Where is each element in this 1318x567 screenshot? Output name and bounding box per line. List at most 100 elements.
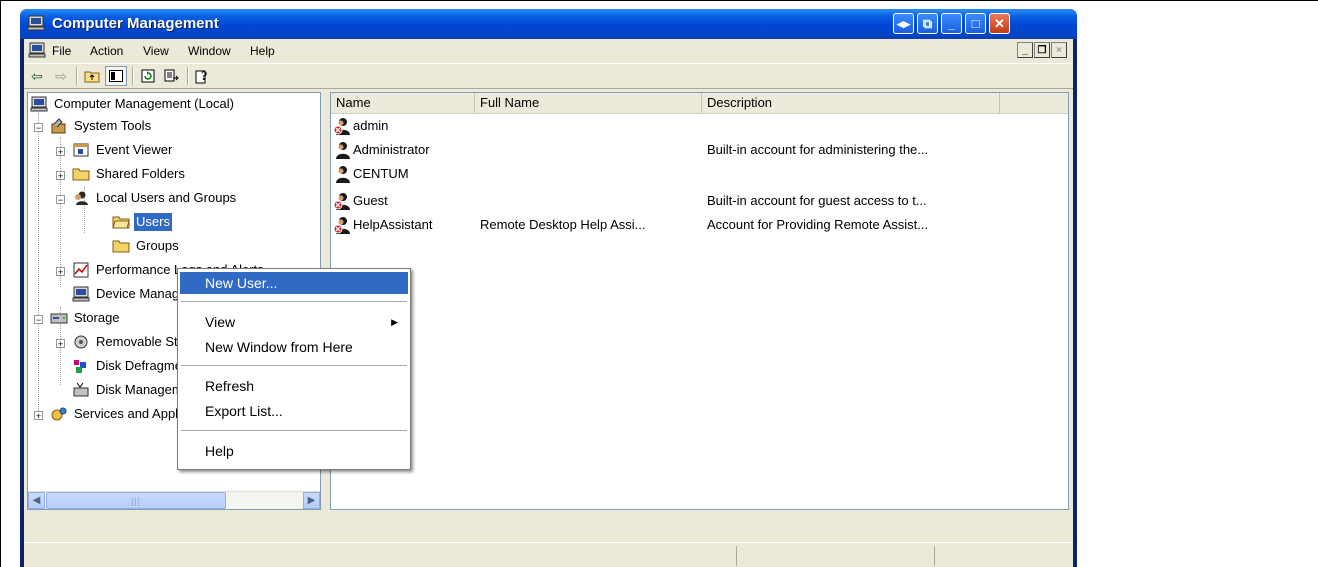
users-group-icon <box>75 191 88 205</box>
scroll-thumb[interactable]: ||| <box>46 492 226 509</box>
list-item[interactable]: Administrator Built-in account for admini… <box>331 139 1068 160</box>
disabled-user-icon <box>333 193 350 210</box>
maximize-icon: □ <box>971 16 980 31</box>
cell-description: Built-in account for guest access to t..… <box>707 193 927 208</box>
mdi-restore-button[interactable]: ❐ <box>1034 42 1050 58</box>
menu-item-label: View <box>205 314 236 330</box>
help-icon[interactable]: ? <box>192 66 214 86</box>
menu-action[interactable]: Action <box>90 44 123 58</box>
svg-text:?: ? <box>201 68 208 83</box>
menu-separator <box>181 365 407 366</box>
list-item[interactable]: Guest Built-in account for guest access t… <box>331 190 1068 211</box>
minimize-button[interactable]: _ <box>941 13 962 34</box>
menu-separator <box>181 430 407 431</box>
menu-window[interactable]: Window <box>188 44 231 58</box>
toolbar-separator <box>76 67 78 85</box>
list-item[interactable]: CENTUM <box>331 163 1068 184</box>
device-manager-icon <box>72 286 90 302</box>
tree-label: Groups <box>136 238 179 253</box>
tools-icon <box>51 118 66 134</box>
menu-help[interactable]: Help <box>250 44 275 58</box>
scroll-right-icon[interactable]: ▶ <box>303 492 320 509</box>
submenu-arrow-icon: ▶ <box>391 317 398 327</box>
tree-label: System Tools <box>74 118 152 133</box>
cell-name: admin <box>353 118 389 133</box>
restore-layout-button[interactable]: ⧉ <box>917 13 938 34</box>
expand-toggle[interactable]: + <box>56 267 65 277</box>
performance-icon <box>73 262 89 278</box>
mdi-minimize-button[interactable]: _ <box>1017 42 1033 58</box>
screen-border-left <box>0 0 1 567</box>
menu-file[interactable]: File <box>52 44 71 58</box>
tree-label: Storage <box>74 310 120 325</box>
shared-folder-icon <box>72 168 90 181</box>
menu-bar: File Action View Window Help _ ❐ × <box>24 39 1073 63</box>
menu-item-help[interactable]: Help <box>180 440 408 462</box>
expand-toggle[interactable]: + <box>56 171 65 181</box>
mdi-close-button[interactable]: × <box>1051 42 1067 58</box>
computer-icon[interactable] <box>28 42 46 58</box>
context-help-button[interactable]: ◂▸ <box>893 13 914 34</box>
toolbar-separator <box>187 67 189 85</box>
column-header-full-name[interactable]: Full Name <box>475 93 702 113</box>
title-bar[interactable]: Computer Management ◂▸ ⧉ _ □ ✕ <box>20 9 1077 39</box>
expand-toggle[interactable]: + <box>56 147 65 157</box>
menu-item-new-window[interactable]: New Window from Here <box>180 336 408 358</box>
disabled-user-icon <box>333 118 350 135</box>
status-bar <box>24 542 1073 567</box>
window-layout-icon: ⧉ <box>922 15 933 31</box>
status-panel-divider <box>934 546 935 566</box>
disk-management-icon <box>73 382 89 397</box>
export-list-icon[interactable] <box>161 66 183 86</box>
cell-name: HelpAssistant <box>353 217 433 232</box>
screen-border-top <box>0 0 1318 1</box>
cell-name: CENTUM <box>353 166 409 181</box>
status-panel-divider <box>736 546 737 566</box>
scroll-left-icon[interactable]: ◀ <box>28 492 45 509</box>
collapse-toggle[interactable]: − <box>56 195 65 205</box>
users-list[interactable]: Name Full Name Description admin Administ… <box>330 92 1069 510</box>
tree-label: Computer Management (Local) <box>54 96 234 111</box>
mdi-controls: _ ❐ × <box>1016 42 1067 60</box>
column-header-name[interactable]: Name <box>331 93 475 113</box>
storage-icon <box>50 313 68 324</box>
back-arrow-icon[interactable]: ⇦ <box>26 66 48 86</box>
toolbar: ⇦ ⇨ ? <box>24 63 1073 89</box>
context-menu: New User... View ▶ New Window from Here … <box>177 268 411 470</box>
menu-item-refresh[interactable]: Refresh <box>180 375 408 397</box>
expand-toggle[interactable]: + <box>34 411 43 421</box>
removable-storage-icon <box>74 335 88 349</box>
menu-item-export-list[interactable]: Export List... <box>180 400 408 422</box>
close-button[interactable]: ✕ <box>989 13 1010 34</box>
list-item[interactable]: admin <box>331 115 1068 136</box>
cell-description: Built-in account for administering the..… <box>707 142 929 157</box>
tree-line <box>38 113 40 413</box>
column-header-description[interactable]: Description <box>702 93 1000 113</box>
menu-separator <box>181 301 407 302</box>
tree-line <box>60 137 62 287</box>
tree-label: Shared Folders <box>96 166 185 181</box>
event-viewer-icon <box>73 143 89 157</box>
tree-label: Local Users and Groups <box>96 190 237 205</box>
help-arrows-icon: ◂▸ <box>896 15 911 31</box>
close-icon: ✕ <box>994 15 1005 31</box>
cell-description: Account for Providing Remote Assist... <box>707 217 929 232</box>
up-folder-icon[interactable] <box>81 66 103 86</box>
collapse-toggle[interactable]: − <box>34 123 43 133</box>
maximize-button[interactable]: □ <box>965 13 986 34</box>
menu-item-new-user[interactable]: New User... <box>180 272 408 294</box>
collapse-toggle[interactable]: − <box>34 315 43 325</box>
refresh-icon[interactable] <box>137 66 159 86</box>
list-item[interactable]: HelpAssistant Remote Desktop Help Assi...… <box>331 214 1068 235</box>
forward-arrow-icon[interactable]: ⇨ <box>50 66 72 86</box>
services-icon <box>51 407 67 421</box>
defragmenter-icon <box>74 360 86 373</box>
menu-item-view[interactable]: View ▶ <box>180 311 408 333</box>
computer-icon <box>27 15 45 31</box>
cell-full-name: Remote Desktop Help Assi... <box>480 217 646 232</box>
tree-horizontal-scrollbar[interactable]: ◀ ||| ▶ <box>28 491 320 509</box>
show-hide-tree-icon[interactable] <box>105 66 127 86</box>
menu-view[interactable]: View <box>143 44 169 58</box>
expand-toggle[interactable]: + <box>56 339 65 349</box>
disabled-user-icon <box>333 217 350 234</box>
